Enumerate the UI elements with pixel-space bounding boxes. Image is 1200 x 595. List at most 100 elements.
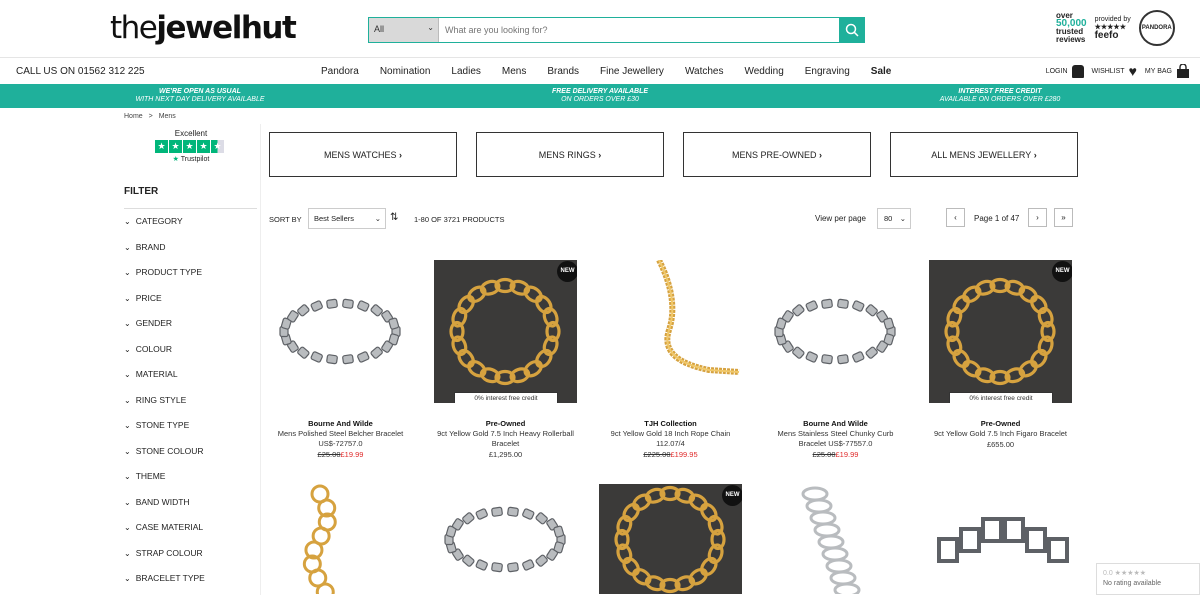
filter-colour[interactable]: ⌄ COLOUR	[124, 337, 257, 363]
nav-item-watches[interactable]: Watches	[685, 66, 724, 77]
nav-item-mens[interactable]: Mens	[502, 66, 526, 77]
nav-item-pandora[interactable]: Pandora	[321, 66, 359, 77]
star-icon: ★	[197, 140, 210, 153]
product-name[interactable]: 9ct Yellow Gold 7.5 Inch Heavy Rollerbal…	[434, 429, 577, 449]
search-button[interactable]	[839, 18, 864, 42]
filter-strap-colour[interactable]: ⌄ STRAP COLOUR	[124, 541, 257, 567]
category-tile[interactable]: MENS RINGS ›	[476, 132, 664, 177]
chevron-down-icon: ⌄	[374, 214, 381, 223]
product-card[interactable]	[269, 484, 412, 594]
promo-open[interactable]: WE'RE OPEN AS USUAL WITH NEXT DAY DELIVER…	[80, 88, 320, 104]
promo-credit[interactable]: INTEREST FREE CREDIT AVAILABLE ON ORDERS …	[880, 88, 1120, 104]
product-brand: Pre-Owned	[485, 419, 526, 428]
filter-theme[interactable]: ⌄ THEME	[124, 464, 257, 490]
category-tile[interactable]: MENS WATCHES ›	[269, 132, 457, 177]
product-image[interactable]	[434, 484, 577, 594]
product-card[interactable]: NEW 0% interest free credit Pre-Owned 9ct Y…	[434, 260, 577, 459]
nav-item-nomination[interactable]: Nomination	[380, 66, 431, 77]
credit-badge: 0% interest free credit	[949, 392, 1053, 403]
category-tile[interactable]: ALL MENS JEWELLERY ›	[890, 132, 1078, 177]
sort-direction-icon[interactable]: ⇅	[390, 212, 398, 223]
chevron-down-icon: ⌄	[124, 293, 131, 303]
filter-gender[interactable]: ⌄ GENDER	[124, 311, 257, 337]
filter-bracelet-type[interactable]: ⌄ BRACELET TYPE	[124, 566, 257, 592]
user-icon[interactable]	[1071, 64, 1084, 78]
nav-item-sale[interactable]: Sale	[871, 66, 892, 77]
product-image[interactable]: NEW 0% interest free credit	[929, 260, 1072, 403]
sort-bar: SORT BY Best Sellers ⌄ ⇅ 1-80 OF 3721 PRO…	[269, 208, 1074, 230]
credit-badge: 0% interest free credit	[454, 392, 558, 403]
product-image[interactable]	[269, 260, 412, 403]
promo-free-delivery[interactable]: FREE DELIVERY AVAILABLE ON ORDERS OVER £3…	[480, 88, 720, 104]
product-card[interactable]: TJH Collection 9ct Yellow Gold 18 Inch Ro…	[599, 260, 742, 459]
trustpilot-widget[interactable]: Excellent ★ ★ ★ ★ ★ ★ Trustpilot	[155, 129, 227, 163]
nav-item-fine-jewellery[interactable]: Fine Jewellery	[600, 66, 664, 77]
product-name[interactable]: Mens Polished Steel Belcher Bracelet US$…	[269, 429, 412, 449]
product-image[interactable]: NEW	[599, 484, 742, 594]
nav-item-wedding[interactable]: Wedding	[744, 66, 783, 77]
trust-badges: over 50,000 trusted reviews provided by …	[1056, 10, 1175, 46]
last-page-button[interactable]: »	[1054, 208, 1073, 227]
product-name[interactable]: 9ct Yellow Gold 18 Inch Rope Chain 112.0…	[599, 429, 742, 449]
site-logo[interactable]: thejewelhut	[110, 10, 297, 46]
search-category-select[interactable]: All ⌄	[369, 18, 439, 42]
filter-material[interactable]: ⌄ MATERIAL	[124, 362, 257, 388]
product-card[interactable]: Bourne And Wilde Mens Polished Steel Belc…	[269, 260, 412, 459]
product-image[interactable]	[764, 484, 907, 594]
pandora-certified-badge: PANDORA	[1138, 10, 1175, 46]
chevron-down-icon: ⌄	[124, 344, 131, 354]
product-card[interactable]: NEW 0% interest free credit Pre-Owned 9ct Y…	[929, 260, 1072, 449]
filter-ring-style[interactable]: ⌄ RING STYLE	[124, 388, 257, 414]
search-input[interactable]	[439, 18, 839, 42]
main-nav: CALL US ON 01562 312 225 Pandora Nominati…	[0, 59, 1200, 84]
filter-stone-colour[interactable]: ⌄ STONE COLOUR	[124, 439, 257, 465]
breadcrumb-home[interactable]: Home	[124, 113, 143, 120]
view-per-page-label: View per page	[815, 214, 866, 223]
product-card[interactable]	[434, 484, 577, 594]
product-price: £225.00£199.95	[643, 450, 698, 459]
filter-category[interactable]: ⌄ CATEGORY	[124, 209, 257, 235]
login-link[interactable]: LOGIN	[1046, 68, 1068, 75]
nav-item-brands[interactable]: Brands	[547, 66, 579, 77]
rating-widget[interactable]: 0.0 ★★★★★ No rating available	[1096, 563, 1200, 595]
new-badge: NEW	[557, 261, 577, 282]
chevron-right-icon: ›	[598, 149, 602, 160]
product-name[interactable]: 9ct Yellow Gold 7.5 Inch Figaro Bracelet	[929, 429, 1072, 439]
page-indicator: Page 1 of 47	[974, 214, 1020, 223]
filter-product-type[interactable]: ⌄ PRODUCT TYPE	[124, 260, 257, 286]
filter-stone-type[interactable]: ⌄ STONE TYPE	[124, 413, 257, 439]
product-card[interactable]: NEW	[599, 484, 742, 594]
wishlist-link[interactable]: WISHLIST	[1092, 68, 1125, 75]
sort-select[interactable]: Best Sellers ⌄	[308, 208, 386, 229]
nav-menu: Pandora Nomination Ladies Mens Brands Fine Je…	[321, 66, 912, 77]
filter-price[interactable]: ⌄ PRICE	[124, 286, 257, 312]
product-card[interactable]	[764, 484, 907, 594]
product-image[interactable]	[599, 260, 742, 403]
chevron-down-icon: ⌄	[124, 268, 131, 277]
chevron-down-icon: ⌄	[124, 472, 131, 481]
product-card[interactable]	[929, 484, 1072, 594]
category-tile[interactable]: MENS PRE-OWNED ›	[683, 132, 871, 177]
product-image[interactable]	[929, 484, 1072, 594]
product-card[interactable]: Bourne And Wilde Mens Stainless Steel Chu…	[764, 260, 907, 459]
product-brand: Bourne And Wilde	[803, 419, 868, 428]
nav-item-engraving[interactable]: Engraving	[805, 66, 850, 77]
product-image[interactable]	[269, 484, 412, 594]
nav-item-ladies[interactable]: Ladies	[451, 66, 480, 77]
filter-band-width[interactable]: ⌄ BAND WIDTH	[124, 490, 257, 516]
per-page-select[interactable]: 80 ⌄	[877, 208, 911, 229]
filter-brand[interactable]: ⌄ BRAND	[124, 235, 257, 261]
star-icon: ★	[155, 140, 168, 153]
product-name[interactable]: Mens Stainless Steel Chunky Curb Bracele…	[764, 429, 907, 449]
filter-case-material[interactable]: ⌄ CASE MATERIAL	[124, 515, 257, 541]
chevron-right-icon: ›	[1033, 149, 1037, 160]
next-page-button[interactable]: ›	[1028, 208, 1047, 227]
product-brand: Pre-Owned	[980, 419, 1021, 428]
prev-page-button[interactable]: ‹	[946, 208, 965, 227]
product-image[interactable]	[764, 260, 907, 403]
heart-icon[interactable]: ♥	[1129, 63, 1137, 79]
sort-label: SORT BY	[269, 215, 302, 224]
product-image[interactable]: NEW 0% interest free credit	[434, 260, 577, 403]
bag-link[interactable]: MY BAG	[1145, 68, 1172, 75]
chevron-down-icon: ⌄	[124, 421, 131, 430]
